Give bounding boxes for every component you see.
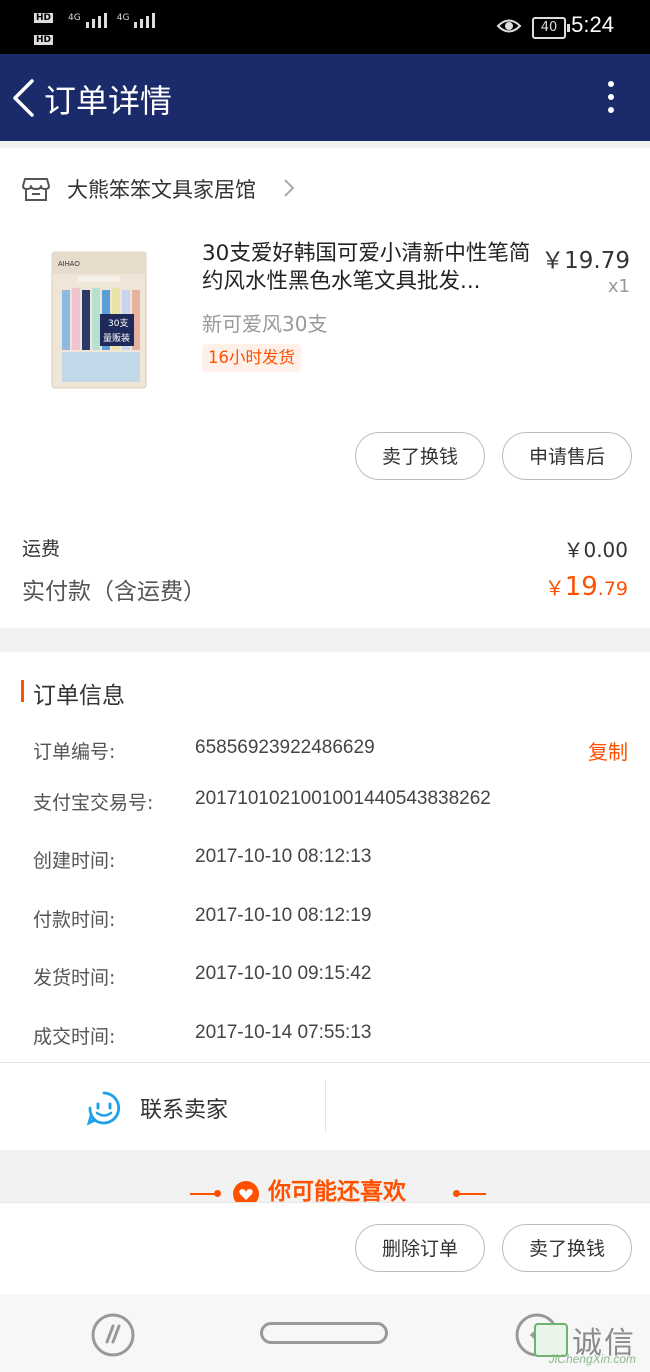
package-brand: AIHAO [58,261,80,268]
product-thumbnail[interactable]: AIHAO 30支 量贩装 [48,250,150,390]
status-bar: HD 4G 4G HD 40 5:24 [0,0,650,54]
sell-button[interactable]: 卖了换钱 [355,432,485,480]
chat-face-icon[interactable] [86,1090,122,1126]
page-title: 订单详情 [44,83,173,119]
package-label: 量贩装 [103,332,130,344]
more-menu-icon[interactable] [608,81,614,120]
closed-time-label: 成交时间: [33,1026,116,1048]
created-time-label: 创建时间: [33,850,116,872]
network-indicators: HD 4G 4G HD [34,8,158,45]
paid-currency: ￥ [544,576,565,600]
shop-icon [22,178,50,201]
battery-indicator: 40 [532,17,570,39]
eye-icon [496,19,522,33]
alipay-trade-label: 支付宝交易号: [33,792,154,814]
paid-decimal: .79 [597,578,628,600]
delete-order-button[interactable]: 删除订单 [355,1224,485,1272]
divider [0,1062,650,1063]
contact-seller-button[interactable]: 联系卖家 [140,1092,228,1124]
vertical-divider [325,1080,326,1132]
after-sale-button[interactable]: 申请售后 [502,432,632,480]
chevron-right-icon[interactable] [282,178,296,198]
paid-integer: 19 [564,572,598,602]
nav-bar: 订单详情 [0,54,650,141]
product-spec: 新可爱风30支 [202,312,328,336]
recommend-section: 你可能还喜欢 [0,1150,650,1202]
network-type: 4G [68,13,81,23]
paid-time-label: 付款时间: [33,909,116,931]
shipped-time-value: 2017-10-10 09:15:42 [195,963,372,984]
heart-icon [233,1181,259,1202]
order-number-label: 订单编号: [33,741,116,763]
status-time: 5:24 [571,12,614,37]
recommend-title: 你可能还喜欢 [268,1179,406,1202]
hd-badge: HD [34,13,54,23]
order-info-title: 订单信息 [33,683,125,709]
section-accent-bar [21,680,24,702]
order-info-card [0,652,650,1150]
shipping-fee-value: ￥0.00 [563,538,628,562]
product-price: ￥19.79 [541,248,630,274]
back-arrow-icon[interactable] [10,78,36,118]
paid-time-value: 2017-10-10 08:12:19 [195,905,372,926]
home-pill-button[interactable] [260,1322,388,1344]
watermark-url: JiChengXin.com [548,1352,636,1366]
shipping-time-badge: 16小时发货 [202,344,301,372]
recommend-dot-left [214,1190,221,1197]
signal-icon [85,13,107,28]
shipping-fee-label: 运费 [22,538,61,560]
shop-name[interactable]: 大熊笨笨文具家居馆 [67,174,256,204]
closed-time-value: 2017-10-14 07:55:13 [195,1022,372,1043]
app-switch-icon[interactable] [90,1312,136,1358]
shipped-time-label: 发货时间: [33,967,116,989]
product-quantity: x1 [607,276,630,297]
order-number-value: 65856923922486629 [195,737,375,758]
network-type-2: 4G [116,13,130,23]
alipay-trade-value: 2017101021001001440543838262 [195,788,491,809]
paid-amount-label: 实付款（含运费） [22,579,206,605]
package-count: 30支 [108,317,128,329]
hd-badge-2: HD [34,35,54,45]
copy-button[interactable]: 复制 [588,736,628,765]
product-title[interactable]: 30支爱好韩国可爱小清新中性笔简约风水性黑色水笔文具批发... [202,240,542,296]
bottom-sell-button[interactable]: 卖了换钱 [502,1224,632,1272]
signal-icon-2 [134,13,156,28]
created-time-value: 2017-10-10 08:12:13 [195,846,372,867]
recommend-line-right [458,1193,486,1195]
paid-amount-value: ￥19.79 [545,572,628,602]
